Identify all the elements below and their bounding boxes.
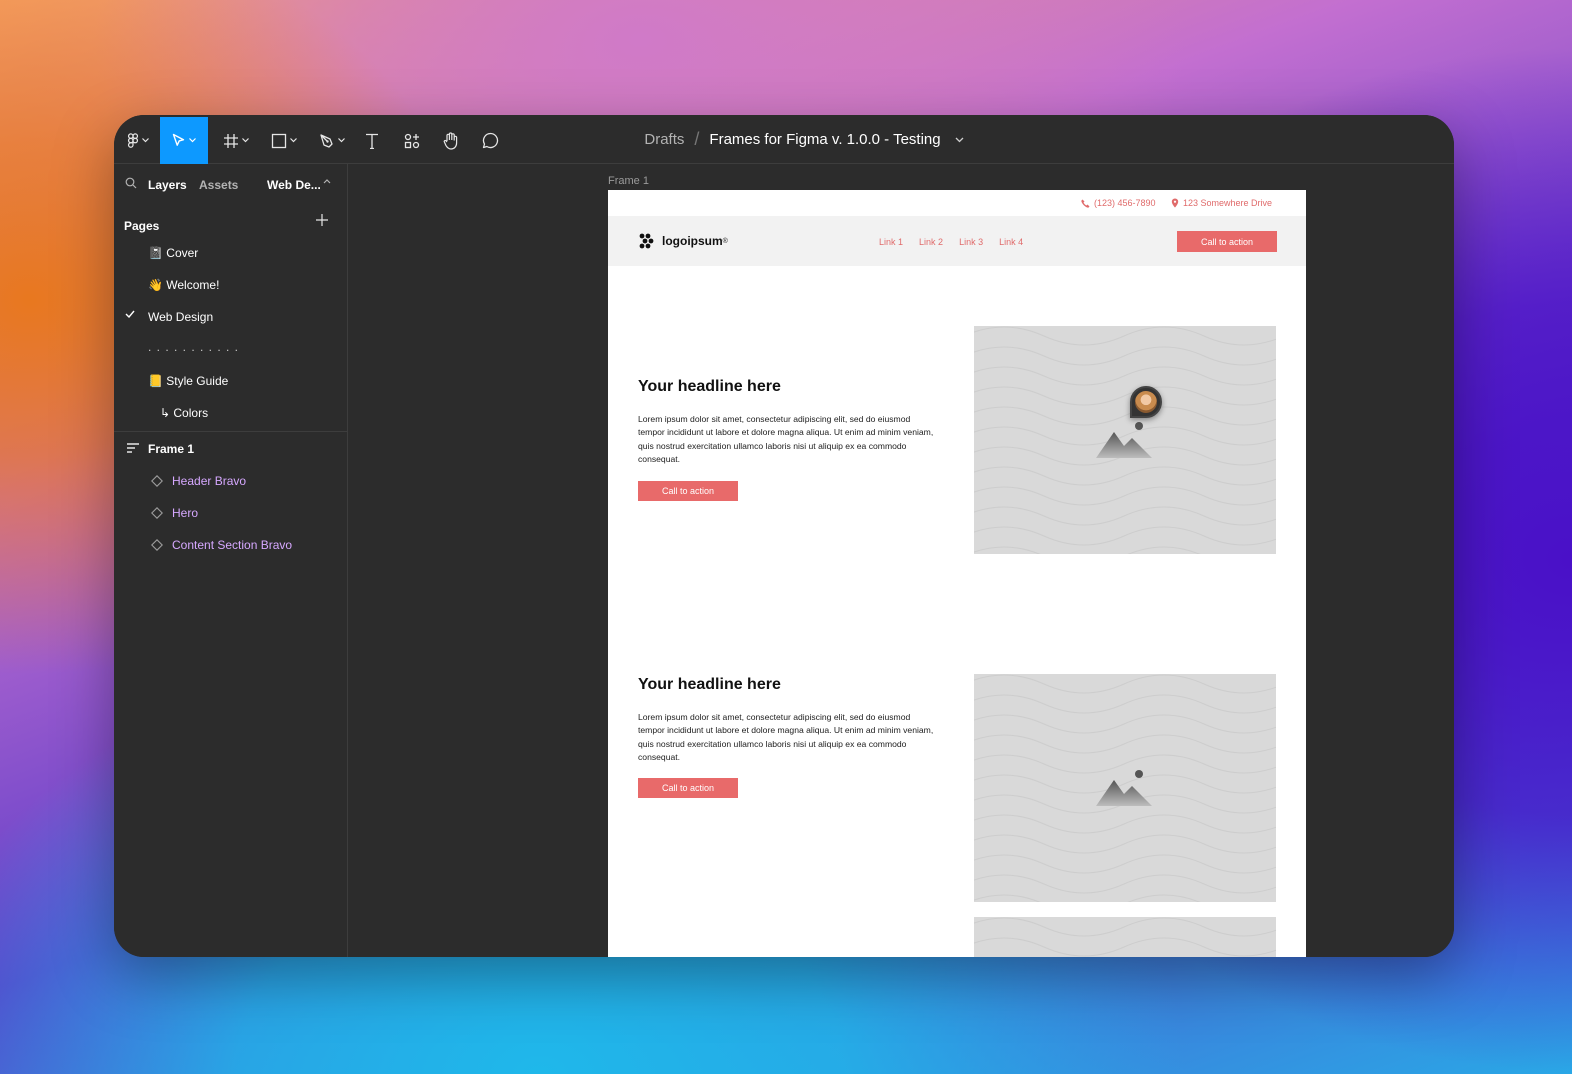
image-placeholder-icon xyxy=(1096,422,1152,458)
page-item-label: Web Design xyxy=(148,310,214,324)
layer-frame-1[interactable]: Frame 1 xyxy=(114,432,347,464)
canvas[interactable]: Frame 1 (123) 456-7890 123 Somewhere Dri… xyxy=(349,164,1454,957)
layer-label: Content Section Bravo xyxy=(172,538,293,552)
page-item-welcome[interactable]: 👋 Welcome! xyxy=(114,268,347,300)
layer-hero[interactable]: Hero xyxy=(114,496,347,528)
hero-section: Your headline here Lorem ipsum dolor sit… xyxy=(608,266,1306,566)
header-nav: logoipsum ® Link 1 Link 2 Link 3 Link 4 C… xyxy=(608,216,1306,266)
frame-layout-icon xyxy=(127,443,139,453)
image-placeholder-icon xyxy=(1096,770,1152,806)
nav-link-1[interactable]: Link 1 xyxy=(879,237,903,247)
phone-info: (123) 456-7890 xyxy=(1081,198,1156,208)
chevron-down-icon[interactable] xyxy=(955,137,964,143)
content-body: Lorem ipsum dolor sit amet, consectetur … xyxy=(638,712,934,762)
left-sidebar: Layers Assets Web De... Pages 📓 Cover 👋 … xyxy=(114,164,348,957)
chevron-up-icon[interactable] xyxy=(323,178,331,184)
figma-window: Drafts / Frames for Figma v. 1.0.0 - Tes… xyxy=(114,115,1454,957)
hero-headline: Your headline here xyxy=(638,378,781,395)
phone-number: (123) 456-7890 xyxy=(1094,198,1156,208)
address-info: 123 Somewhere Drive xyxy=(1171,198,1272,208)
toolbar: Drafts / Frames for Figma v. 1.0.0 - Tes… xyxy=(114,115,1454,164)
page-item-label: 📒 Style Guide xyxy=(148,374,229,388)
nav-link-3[interactable]: Link 3 xyxy=(959,237,983,247)
address-text: 123 Somewhere Drive xyxy=(1183,198,1273,208)
instance-icon xyxy=(151,539,163,551)
page-switcher[interactable]: Web De... xyxy=(267,178,321,192)
content-section: Your headline here Lorem ipsum dolor sit… xyxy=(608,566,1306,957)
instance-icon xyxy=(151,507,163,519)
hero-cta-button[interactable]: Call to action xyxy=(638,481,738,501)
page-item-label: 📓 Cover xyxy=(148,246,199,260)
search-icon[interactable] xyxy=(125,177,137,189)
nav-link-4[interactable]: Link 4 xyxy=(999,237,1023,247)
breadcrumb-separator: / xyxy=(694,129,700,149)
logo[interactable]: logoipsum ® xyxy=(638,233,728,249)
layer-label: Header Bravo xyxy=(172,474,247,488)
page-item-web-design[interactable]: Web Design xyxy=(114,300,347,332)
avatar-photo xyxy=(1135,391,1157,413)
page-item-style-guide[interactable]: 📒 Style Guide xyxy=(114,364,347,396)
contact-bar: (123) 456-7890 123 Somewhere Drive xyxy=(608,190,1306,216)
page-item-label: ↳ Colors xyxy=(160,406,209,420)
pages-header: Pages xyxy=(114,204,347,236)
map-pin-icon xyxy=(1171,198,1179,208)
page-item-colors[interactable]: ↳ Colors xyxy=(114,396,347,428)
instance-icon xyxy=(151,475,163,487)
logo-registered-mark: ® xyxy=(722,237,728,245)
logo-icon xyxy=(639,233,654,249)
nav-links: Link 1 Link 2 Link 3 Link 4 xyxy=(879,237,1023,247)
page-item-label: 👋 Welcome! xyxy=(148,278,220,292)
pages-title: Pages xyxy=(124,219,160,233)
tab-layers[interactable]: Layers xyxy=(148,178,187,192)
sidebar-tabs: Layers Assets Web De... xyxy=(114,164,347,204)
layer-label: Hero xyxy=(172,506,199,520)
nav-link-2[interactable]: Link 2 xyxy=(919,237,943,247)
nav-cta-button[interactable]: Call to action xyxy=(1177,231,1277,252)
page-item-cover[interactable]: 📓 Cover xyxy=(114,236,347,268)
design-frame[interactable]: (123) 456-7890 123 Somewhere Drive logoi… xyxy=(608,190,1306,957)
layer-content-section-bravo[interactable]: Content Section Bravo xyxy=(114,528,347,560)
page-item-separator[interactable]: . . . . . . . . . . . xyxy=(114,332,347,364)
file-name[interactable]: Frames for Figma v. 1.0.0 - Testing xyxy=(709,131,940,148)
file-title: Drafts / Frames for Figma v. 1.0.0 - Tes… xyxy=(114,115,1454,164)
page-item-label: . . . . . . . . . . . xyxy=(148,340,240,354)
breadcrumb-drafts[interactable]: Drafts xyxy=(644,131,684,148)
tab-assets[interactable]: Assets xyxy=(199,178,238,192)
content-headline: Your headline here xyxy=(638,676,781,693)
frame-label[interactable]: Frame 1 xyxy=(608,175,649,187)
layer-header-bravo[interactable]: Header Bravo xyxy=(114,464,347,496)
hero-body: Lorem ipsum dolor sit amet, consectetur … xyxy=(638,414,934,464)
content-image-placeholder xyxy=(974,674,1276,902)
collaborator-avatar[interactable] xyxy=(1130,386,1162,418)
content-cta-button[interactable]: Call to action xyxy=(638,778,738,798)
logo-text: logoipsum xyxy=(662,234,723,248)
wave-pattern xyxy=(974,917,1276,957)
plus-icon[interactable] xyxy=(316,214,328,226)
hero-image-placeholder xyxy=(974,326,1276,554)
phone-icon xyxy=(1081,199,1090,208)
next-image-placeholder xyxy=(974,917,1276,957)
check-icon xyxy=(125,310,135,318)
layer-label: Frame 1 xyxy=(148,442,195,456)
